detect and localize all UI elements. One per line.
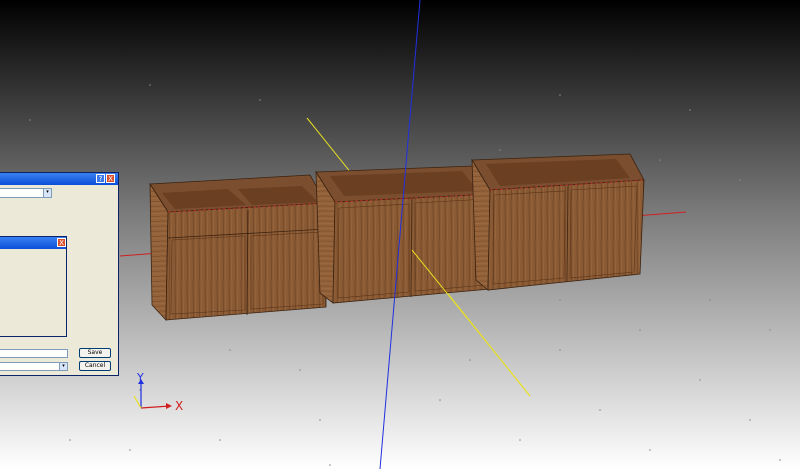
dialog-dropdown[interactable]: ▾ [0,188,52,198]
cabinet-3[interactable] [471,153,645,291]
dialog-text-field[interactable] [0,349,68,358]
cabinet-1[interactable] [149,174,327,321]
chevron-down-icon[interactable]: ▾ [43,189,51,197]
scene-canvas[interactable] [0,0,800,469]
dialog-select[interactable]: ▾ [0,362,68,371]
help-button[interactable]: ? [96,174,105,183]
3d-viewport[interactable]: Y X [0,0,800,469]
dialog-titlebar[interactable]: ? X [0,173,118,185]
chevron-down-icon[interactable]: ▾ [59,363,67,370]
inner-close-button[interactable]: X [57,238,66,247]
close-button[interactable]: X [106,174,115,183]
properties-dialog: ? X ▾ X ▾ Save Cancel [0,172,119,376]
inner-panel-content[interactable] [1,250,65,335]
cancel-button[interactable]: Cancel [79,361,111,371]
axis-gizmo-x-label: X [175,399,184,413]
axis-gizmo-y-label: Y [137,371,144,384]
inner-panel-titlebar[interactable]: X [0,237,66,249]
inner-panel: X [0,236,67,337]
save-button[interactable]: Save [79,348,111,358]
